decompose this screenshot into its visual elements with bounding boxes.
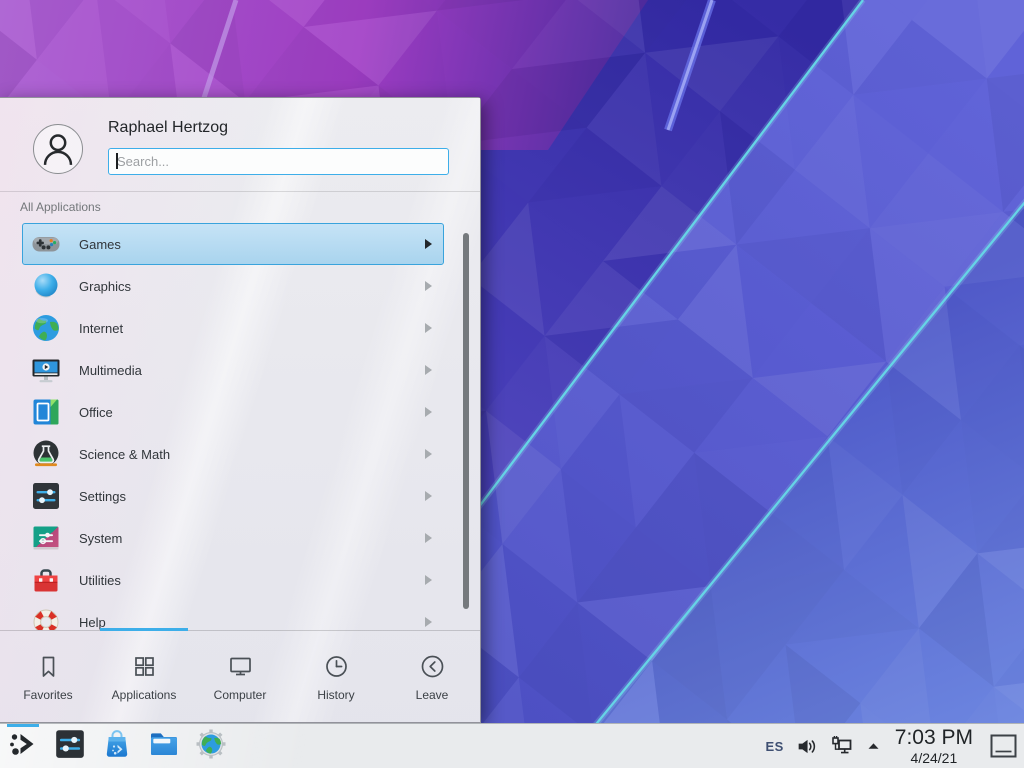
volume-icon[interactable] — [795, 735, 818, 758]
category-item-internet[interactable]: Internet — [22, 307, 444, 349]
science-icon — [30, 438, 62, 470]
taskbar-discover-software[interactable] — [100, 729, 134, 763]
browser-icon — [194, 727, 228, 766]
taskbar-panel: ES 7:03 PM 4/24/21 — [0, 723, 1024, 768]
tab-label: Favorites — [23, 688, 72, 702]
show-desktop-icon — [990, 734, 1017, 758]
search-field-wrap — [108, 148, 449, 175]
multimedia-icon — [30, 354, 62, 386]
section-label: All Applications — [20, 200, 101, 214]
keyboard-layout-indicator[interactable]: ES — [765, 739, 783, 754]
tab-label: Computer — [214, 688, 267, 702]
systemsettings-icon — [53, 727, 87, 766]
tab-label: History — [317, 688, 354, 702]
person-icon — [34, 125, 82, 173]
internet-icon — [30, 312, 62, 344]
category-label: Science & Math — [79, 447, 425, 462]
desktop: Raphael Hertzog All Applications Games G… — [0, 0, 1024, 768]
category-label: System — [79, 531, 425, 546]
category-item-multimedia[interactable]: Multimedia — [22, 349, 444, 391]
user-avatar — [33, 124, 83, 174]
history-icon — [323, 653, 350, 680]
scrollbar-thumb[interactable] — [463, 233, 469, 609]
applications-icon — [131, 653, 158, 680]
category-label: Graphics — [79, 279, 425, 294]
tab-favorites[interactable]: Favorites — [0, 631, 96, 723]
taskbar-launchers — [0, 724, 228, 768]
favorites-icon — [35, 653, 62, 680]
category-item-games[interactable]: Games — [22, 223, 444, 265]
category-label: Multimedia — [79, 363, 425, 378]
expand-tray-icon[interactable] — [865, 738, 882, 754]
taskbar-application-menu[interactable] — [6, 729, 40, 763]
tab-label: Applications — [112, 688, 177, 702]
submenu-arrow-icon — [425, 617, 432, 627]
text-caret — [116, 153, 118, 169]
discover-icon — [100, 727, 134, 766]
application-launcher-menu: Raphael Hertzog All Applications Games G… — [0, 97, 481, 723]
tab-label: Leave — [416, 688, 449, 702]
network-icon[interactable] — [829, 734, 854, 758]
taskbar-web-browser[interactable] — [194, 729, 228, 763]
clock-time: 7:03 PM — [895, 727, 973, 748]
digital-clock[interactable]: 7:03 PM 4/24/21 — [895, 727, 973, 765]
category-label: Internet — [79, 321, 425, 336]
launcher-tabbar: Favorites Applications Computer History … — [0, 631, 480, 723]
category-item-help[interactable]: Help — [22, 601, 444, 630]
category-item-utilities[interactable]: Utilities — [22, 559, 444, 601]
settings-icon — [30, 480, 62, 512]
category-item-graphics[interactable]: Graphics — [22, 265, 444, 307]
category-item-system[interactable]: System — [22, 517, 444, 559]
user-name: Raphael Hertzog — [108, 119, 228, 137]
system-tray: ES 7:03 PM 4/24/21 — [765, 727, 1024, 765]
submenu-arrow-icon — [425, 281, 432, 291]
submenu-arrow-icon — [425, 323, 432, 333]
category-label: Settings — [79, 489, 425, 504]
tab-computer[interactable]: Computer — [192, 631, 288, 723]
games-icon — [30, 228, 62, 260]
category-label: Utilities — [79, 573, 425, 588]
category-label: Games — [79, 237, 425, 252]
system-icon — [30, 522, 62, 554]
header-separator — [0, 191, 480, 192]
office-icon — [30, 396, 62, 428]
search-input[interactable] — [108, 148, 449, 175]
submenu-arrow-icon — [425, 239, 432, 249]
graphics-icon — [30, 270, 62, 302]
submenu-arrow-icon — [425, 449, 432, 459]
category-list: Games Graphics Internet Multimedia Offic… — [22, 223, 444, 630]
submenu-arrow-icon — [425, 575, 432, 585]
submenu-arrow-icon — [425, 533, 432, 543]
utilities-icon — [30, 564, 62, 596]
folder-icon — [147, 727, 181, 766]
category-item-office[interactable]: Office — [22, 391, 444, 433]
kde-menu-icon — [6, 727, 40, 766]
computer-icon — [227, 653, 254, 680]
active-tab-indicator — [100, 628, 188, 631]
category-item-settings[interactable]: Settings — [22, 475, 444, 517]
category-item-science-math[interactable]: Science & Math — [22, 433, 444, 475]
help-icon — [30, 606, 62, 630]
show-desktop-button[interactable] — [990, 734, 1017, 758]
taskbar-system-settings[interactable] — [53, 729, 87, 763]
leave-icon — [419, 653, 446, 680]
tab-leave[interactable]: Leave — [384, 631, 480, 723]
tab-applications[interactable]: Applications — [96, 631, 192, 723]
submenu-arrow-icon — [425, 365, 432, 375]
submenu-arrow-icon — [425, 407, 432, 417]
tab-history[interactable]: History — [288, 631, 384, 723]
category-label: Office — [79, 405, 425, 420]
taskbar-file-manager[interactable] — [147, 729, 181, 763]
clock-date: 4/24/21 — [895, 751, 973, 765]
submenu-arrow-icon — [425, 491, 432, 501]
